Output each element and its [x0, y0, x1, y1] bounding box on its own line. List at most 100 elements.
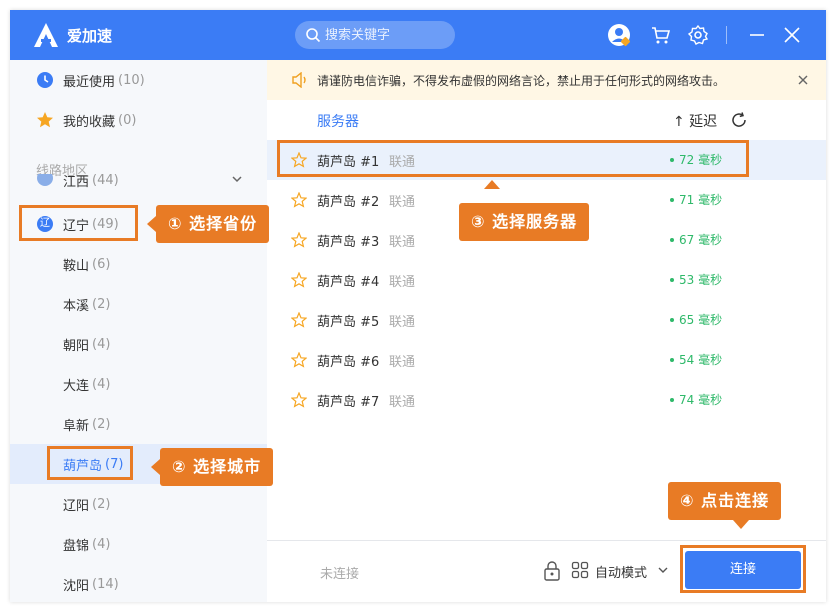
callout-arrow: [151, 459, 160, 475]
city-label: 本溪: [63, 298, 90, 314]
server-row[interactable]: 葫芦岛 #5 联通 65 毫秒: [267, 300, 826, 340]
callout-arrow: [733, 520, 749, 529]
server-isp: 联通: [389, 355, 416, 370]
city-item[interactable]: 鞍山 (6): [10, 244, 267, 284]
server-latency: 71 毫秒: [670, 191, 722, 208]
city-count: (2): [92, 496, 111, 512]
server-isp: 联通: [389, 275, 416, 290]
province-count: (44): [92, 174, 119, 188]
city-item[interactable]: 大连 (4): [10, 364, 267, 404]
latency-value: 67 毫秒: [679, 233, 723, 247]
city-count: (6): [92, 256, 111, 272]
callout-arrow: [147, 216, 156, 232]
sidebar-item-label: 最近使用: [63, 74, 116, 90]
province-label: 江西: [63, 174, 90, 190]
gear-icon[interactable]: [686, 23, 710, 47]
lock-icon[interactable]: [543, 561, 561, 581]
server-name: 葫芦岛 #7: [317, 395, 380, 410]
latency-value: 53 毫秒: [679, 273, 723, 287]
server-latency: 54 毫秒: [670, 351, 722, 368]
server-name: 葫芦岛 #3: [317, 235, 380, 250]
chevron-down-icon[interactable]: [657, 565, 669, 575]
latency-dot: [670, 237, 674, 242]
city-label: 朝阳: [63, 338, 90, 354]
city-item[interactable]: 阜新 (2): [10, 404, 267, 444]
server-isp: 联通: [389, 155, 416, 170]
latency-value: 71 毫秒: [679, 193, 723, 207]
chevron-down-icon[interactable]: [231, 174, 243, 184]
server-latency: 74 毫秒: [670, 391, 722, 408]
server-name: 葫芦岛 #1: [317, 155, 380, 170]
sidebar-item-count: (10): [118, 72, 145, 88]
sidebar-item-favorites[interactable]: 我的收藏 (0): [10, 100, 267, 140]
column-server[interactable]: 服务器: [317, 111, 359, 131]
star-icon[interactable]: [291, 352, 307, 368]
province-item-jiangxi[interactable]: 江西 (44): [10, 174, 267, 196]
province-count: (49): [92, 216, 119, 232]
server-name: 葫芦岛 #2: [317, 195, 380, 210]
mode-select[interactable]: 自动模式: [595, 562, 647, 581]
latency-dot: [670, 317, 674, 322]
server-row[interactable]: 葫芦岛 #6 联通 54 毫秒: [267, 340, 826, 380]
cart-icon[interactable]: [649, 23, 673, 47]
sidebar-item-recent[interactable]: 最近使用 (10): [10, 60, 267, 100]
star-icon[interactable]: [291, 272, 307, 288]
city-item[interactable]: 沈阳 (14): [10, 564, 267, 602]
server-list-header: 服务器 ↑ 延迟: [267, 100, 826, 140]
sidebar-item-count: (0): [118, 112, 137, 128]
star-icon[interactable]: [291, 312, 307, 328]
city-item[interactable]: 辽阳 (2): [10, 484, 267, 524]
latency-dot: [670, 157, 674, 162]
star-icon[interactable]: [291, 152, 307, 168]
callout-arrow: [484, 180, 500, 189]
city-item[interactable]: 盘锦 (4): [10, 524, 267, 564]
server-name: 葫芦岛 #6: [317, 355, 380, 370]
server-name: 葫芦岛 #4: [317, 275, 380, 290]
title-bar: 爱加速: [10, 10, 826, 60]
column-latency-sort[interactable]: ↑ 延迟: [673, 111, 717, 131]
clock-icon: [37, 72, 53, 88]
app-title: 爱加速: [67, 27, 113, 45]
connect-button[interactable]: 连接: [685, 551, 801, 589]
tutorial-step-1: ① 选择省份: [156, 205, 270, 243]
city-count: (4): [92, 376, 111, 392]
city-count: (4): [92, 336, 111, 352]
avatar-icon[interactable]: [607, 23, 631, 47]
star-icon[interactable]: [291, 192, 307, 208]
star-icon[interactable]: [291, 232, 307, 248]
search-box[interactable]: [295, 21, 455, 49]
tutorial-step-3: ③ 选择服务器: [459, 203, 590, 241]
city-label: 鞍山: [63, 258, 90, 274]
refresh-icon[interactable]: [730, 111, 748, 129]
province-badge: 辽: [37, 216, 53, 232]
city-count: (4): [92, 536, 111, 552]
city-item[interactable]: 朝阳 (4): [10, 324, 267, 364]
latency-dot: [670, 277, 674, 282]
close-icon[interactable]: [795, 72, 811, 88]
city-item[interactable]: 本溪 (2): [10, 284, 267, 324]
city-count: (14): [92, 576, 119, 592]
close-icon[interactable]: [780, 23, 804, 47]
server-latency: 65 毫秒: [670, 311, 722, 328]
server-latency: 53 毫秒: [670, 271, 722, 288]
search-input[interactable]: [325, 25, 445, 45]
latency-value: 74 毫秒: [679, 393, 723, 407]
sidebar-item-label: 我的收藏: [63, 114, 116, 130]
search-icon: [306, 28, 321, 43]
city-label: 沈阳: [63, 578, 90, 594]
server-row-selected[interactable]: 葫芦岛 #1 联通 72 毫秒: [267, 140, 826, 180]
city-label: 葫芦岛: [63, 458, 103, 474]
province-badge: [37, 174, 53, 186]
server-isp: 联通: [389, 195, 416, 210]
city-label: 阜新: [63, 418, 90, 434]
server-row[interactable]: 葫芦岛 #4 联通 53 毫秒: [267, 260, 826, 300]
city-count: (7): [105, 456, 124, 472]
latency-dot: [670, 197, 674, 202]
logo-icon: [34, 23, 58, 47]
tutorial-step-2: ② 选择城市: [160, 448, 274, 486]
server-row[interactable]: 葫芦岛 #7 联通 74 毫秒: [267, 380, 826, 420]
titlebar-divider: [726, 26, 727, 44]
star-icon[interactable]: [291, 392, 307, 408]
notice-text: 请谨防电信诈骗，不得发布虚假的网络言论，禁止用于任何形式的网络攻击。: [317, 74, 726, 88]
minimize-icon[interactable]: [745, 23, 769, 47]
